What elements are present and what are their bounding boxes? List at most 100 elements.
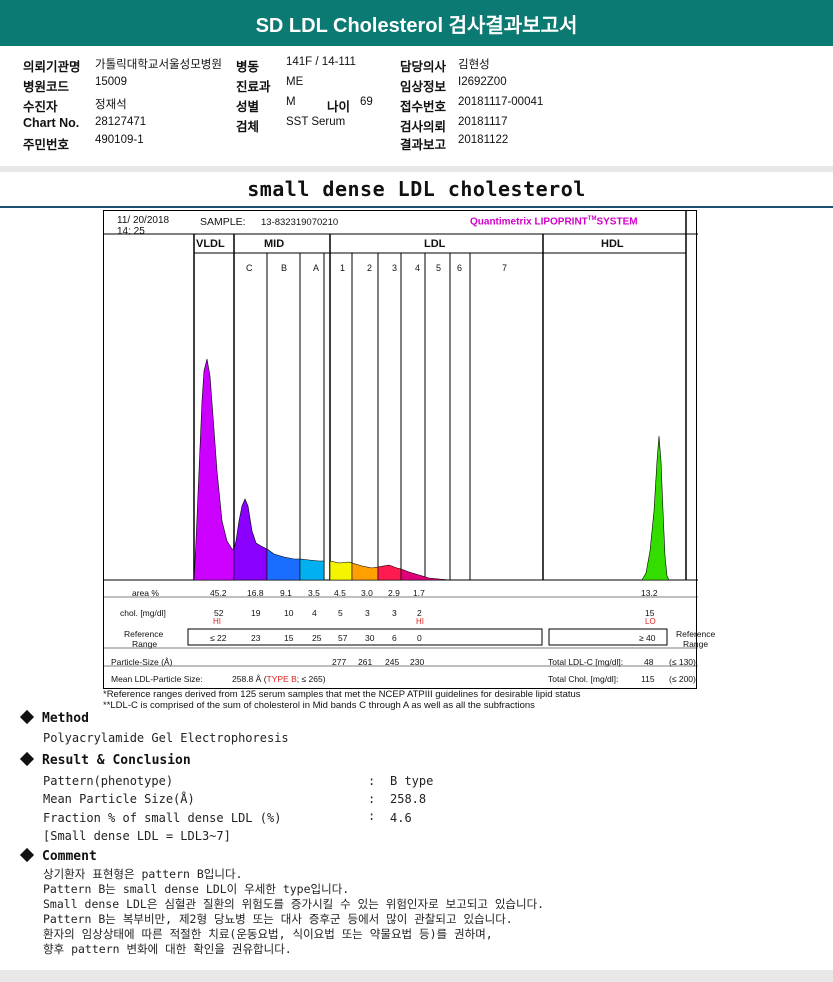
comment-line: 향후 pattern 변화에 대한 확인을 권유합니다. — [43, 942, 292, 956]
info-value-department: ME — [286, 76, 304, 88]
info-label-clinical-info: 임상정보 — [400, 80, 447, 94]
mean-particle-value: 258.8 Å — [232, 674, 262, 684]
result-sep-pattern: : — [368, 774, 376, 788]
area-cell: 3.0 — [361, 588, 373, 598]
row-label-area: area % — [132, 588, 159, 598]
info-label-id-no: 주민번호 — [23, 138, 70, 152]
flag-hi: HI — [416, 617, 424, 626]
area-cell: 9.1 — [280, 588, 292, 598]
band-a: A — [313, 263, 320, 273]
ref-cell: 30 — [365, 633, 375, 643]
info-value-doctor: 김현성 — [458, 59, 490, 71]
info-value-ward: 141F / 14-111 — [286, 56, 356, 68]
footnotes: *Reference ranges derived from 125 serum… — [103, 689, 581, 711]
particle-cell: 261 — [358, 657, 373, 667]
result-sep-fraction: : — [368, 809, 376, 823]
info-value-hospital-code: 15009 — [95, 76, 127, 88]
method-text: Polyacrylamide Gel Electrophoresis — [43, 731, 289, 745]
result-label-pattern: Pattern(phenotype) — [43, 774, 174, 788]
info-value-id-no: 490109-1 — [95, 134, 144, 146]
diamond-bullet-icon — [19, 751, 35, 767]
band-b: B — [281, 263, 288, 273]
peak-ldl-1 — [329, 560, 353, 581]
chol-cell: 5 — [338, 608, 343, 618]
diamond-bullet-icon — [19, 709, 35, 725]
peak-mid-b — [266, 548, 301, 581]
area-cell: 16.8 — [247, 588, 264, 598]
flag-hdl-lo: LO — [645, 617, 656, 626]
row-label-ref1: Reference — [124, 629, 164, 639]
band-1: 1 — [340, 263, 346, 273]
info-label-age: 나이 — [327, 100, 351, 114]
comment-line: Pattern B는 small dense LDL이 우세한 type입니다. — [43, 882, 350, 896]
mean-particle-line: 258.8 Å (TYPE B; ≤ 265) — [232, 674, 326, 684]
info-label-department: 진료과 — [236, 80, 271, 94]
report-time: 14: 25 — [117, 226, 145, 237]
patient-info: 의뢰기관명 가톨릭대학교서울성모병원 병원코드 15009 수진자 정재석 Ch… — [0, 46, 833, 166]
chart-grid — [104, 211, 698, 667]
peak-hdl — [641, 435, 670, 581]
band-3: 3 — [392, 263, 398, 273]
ref-cell: 0 — [417, 633, 422, 643]
group-mid: MID — [264, 238, 285, 250]
area-cell: 3.5 — [308, 588, 320, 598]
result-value-fraction: 4.6 — [390, 811, 412, 825]
peak-ldl-3 — [377, 564, 402, 581]
report-date: 11/ 20/2018 — [117, 215, 170, 226]
info-label-receipt-no: 접수번호 — [400, 100, 447, 114]
brand-suffix: SYSTEM — [596, 216, 638, 228]
ref-cell: 15 — [284, 633, 294, 643]
result-sep-size: : — [368, 792, 376, 806]
info-value-specimen: SST Serum — [286, 116, 346, 128]
lipoprint-report: 11/ 20/2018 14: 25 SAMPLE: 13-8323190702… — [103, 210, 715, 689]
total-ldl-value: 48 — [644, 657, 654, 667]
sample-id: 13-832319070210 — [261, 217, 339, 228]
info-label-institution: 의뢰기관명 — [23, 60, 81, 74]
method-heading: Method — [19, 709, 89, 726]
particle-cell: 277 — [332, 657, 347, 667]
footnote-1: *Reference ranges derived from 125 serum… — [103, 689, 581, 700]
info-label-specimen: 검체 — [236, 120, 260, 134]
peak-vldl — [193, 358, 235, 581]
info-value-request-date: 20181117 — [458, 116, 508, 128]
chol-cell: 3 — [392, 608, 397, 618]
result-note: [Small dense LDL = LDL3~7] — [43, 829, 231, 843]
report-title: SD LDL Cholesterol 검사결과보고서 — [255, 14, 578, 37]
comment-heading: Comment — [19, 847, 97, 864]
comment-heading-text: Comment — [42, 849, 97, 864]
info-value-age: 69 — [360, 96, 373, 108]
comment-line: 환자의 임상상태에 따른 적절한 치료(운동요법, 식이요법 또는 약물요법 등… — [43, 927, 493, 941]
chol-cell: 10 — [284, 608, 294, 618]
info-value-sex: M — [286, 96, 296, 108]
comment-line: Pattern B는 복부비만, 제2형 당뇨병 또는 대사 증후군 등에서 많… — [43, 912, 513, 926]
info-value-receipt-no: 20181117-00041 — [458, 96, 544, 108]
mean-type: TYPE B — [266, 674, 297, 684]
comment-line: Small dense LDL은 심혈관 질환의 위험도를 증가시킬 수 있는 … — [43, 897, 545, 911]
info-label-sex: 성별 — [236, 100, 260, 114]
particle-cell: 230 — [410, 657, 425, 667]
total-ldl-ref: (≤ 130) — [669, 657, 696, 667]
chol-cell: 3 — [365, 608, 370, 618]
diamond-bullet-icon — [19, 847, 35, 863]
peak-mid-a — [299, 558, 325, 581]
result-value-pattern: B type — [390, 774, 434, 788]
total-chol-value: 115 — [641, 674, 655, 684]
result-heading: Result & Conclusion — [19, 751, 191, 768]
total-chol-ref: (≤ 200) — [669, 674, 696, 684]
brand-label: Quantimetrix LIPOPRINTTMSYSTEM — [470, 216, 638, 227]
ref-hdl: ≥ 40 — [639, 633, 656, 643]
area-cell: 1.7 — [413, 588, 425, 598]
group-hdl: HDL — [601, 238, 624, 250]
result-value-size: 258.8 — [390, 792, 427, 806]
area-cell: 45.2 — [210, 588, 227, 598]
comment-line: 상기환자 표현형은 pattern B입니다. — [43, 867, 243, 881]
row-label-ref2: Range — [132, 639, 158, 649]
area-hdl: 13.2 — [641, 588, 658, 598]
chol-cell: 4 — [312, 608, 317, 618]
footnote-2: **LDL-C is comprised of the sum of chole… — [103, 700, 535, 711]
mean-close: ; ≤ 265) — [296, 674, 326, 684]
info-label-report-date: 결과보고 — [400, 138, 447, 152]
sample-label: SAMPLE: — [200, 216, 246, 228]
info-label-hospital-code: 병원코드 — [23, 80, 70, 94]
ref-cell: 57 — [338, 633, 348, 643]
